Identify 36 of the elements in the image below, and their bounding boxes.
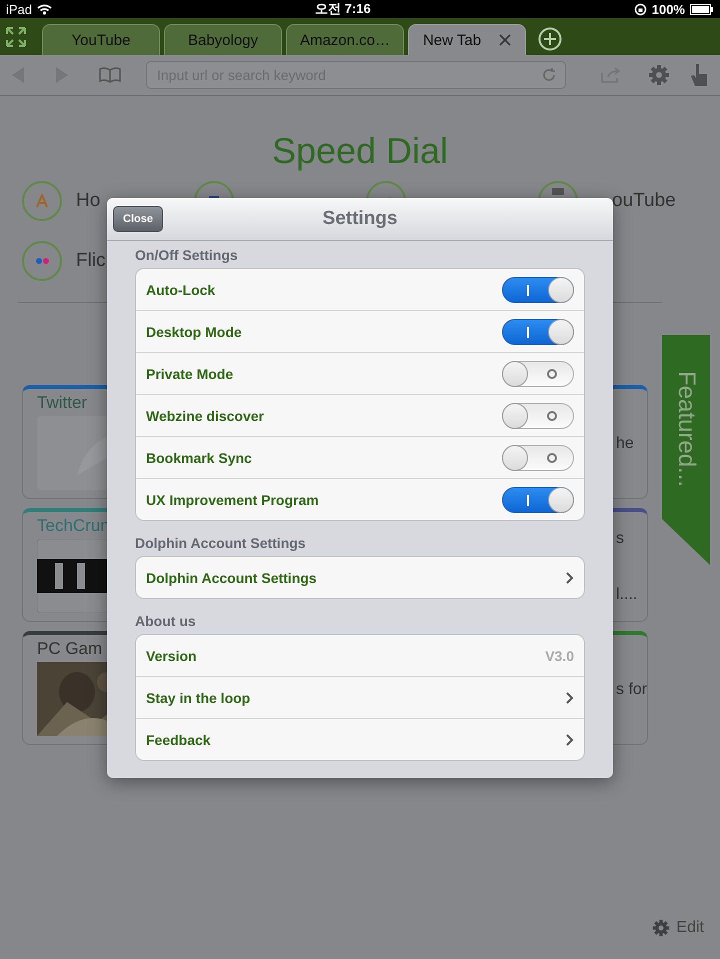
card-title: PC Gam <box>37 639 102 659</box>
device-name: iPad <box>6 2 32 16</box>
featured-label: Featured... <box>672 371 700 490</box>
speed-dial-label: ouTube <box>612 190 676 212</box>
setting-label: Version <box>146 648 197 664</box>
setting-label: Webzine discover <box>146 408 264 424</box>
close-button[interactable]: Close <box>113 206 163 232</box>
setting-label: Dolphin Account Settings <box>146 570 317 586</box>
setting-label: Private Mode <box>146 366 234 382</box>
setting-label: Bookmark Sync <box>146 450 252 466</box>
speed-dial-title: Speed Dial <box>272 130 448 172</box>
browser-tab[interactable]: Amazon.co… <box>286 24 404 55</box>
card-snippet: s for <box>616 680 648 698</box>
setting-label: Feedback <box>146 732 211 748</box>
section-header: On/Off Settings <box>135 247 239 263</box>
browser-tab[interactable]: Babyology <box>164 24 282 55</box>
browser-tab[interactable]: YouTube <box>42 24 160 55</box>
speed-dial-label: Flic <box>76 250 106 272</box>
setting-label: Desktop Mode <box>146 324 242 340</box>
dialog-title: Settings <box>322 208 398 230</box>
section-header: Dolphin Account Settings <box>135 535 307 551</box>
speed-dial-label: Ho <box>76 190 100 212</box>
setting-label: Auto-Lock <box>146 282 216 298</box>
featured-ribbon[interactable]: Featured... <box>662 335 710 565</box>
battery-percent: 100% <box>652 2 685 16</box>
card-snippet: l.... <box>616 586 638 604</box>
card-snippet: he <box>616 434 634 452</box>
browser-tab[interactable]: New Tab <box>408 24 526 55</box>
edit-link[interactable]: Edit <box>676 919 704 937</box>
clock: 오전 7:16 <box>315 0 371 18</box>
section-header: About us <box>135 613 197 629</box>
version-value: V3.0 <box>545 648 574 664</box>
card-title: Twitter <box>37 393 88 413</box>
setting-label: UX Improvement Program <box>146 492 319 508</box>
setting-label: Stay in the loop <box>146 690 250 706</box>
card-snippet: s <box>616 530 624 548</box>
